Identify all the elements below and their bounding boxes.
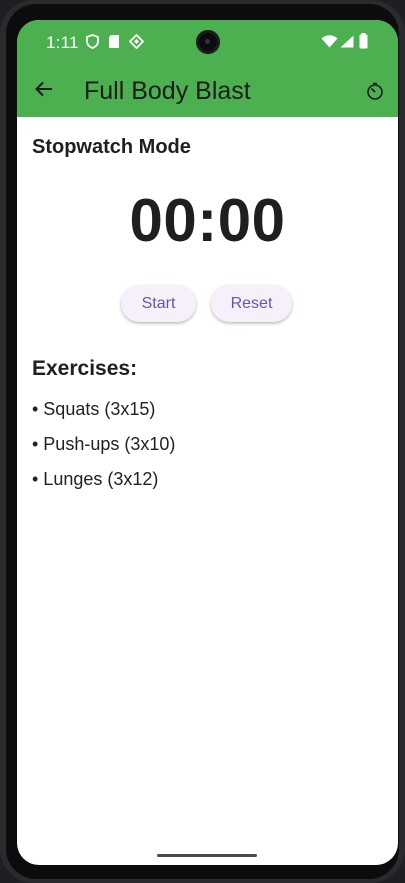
signal-icon — [340, 35, 354, 53]
sd-card-icon — [108, 34, 120, 54]
home-indicator[interactable] — [157, 854, 257, 857]
exercise-item: • Squats (3x15) — [32, 399, 156, 419]
exercise-item: • Push-ups (3x10) — [32, 434, 176, 454]
screen: 1:11 Full Body Blast Stopwatch Mode 00:0… — [17, 20, 398, 865]
exercise-item: • Lunges (3x12) — [32, 469, 159, 489]
stopwatch-display: 00:00 — [129, 187, 286, 254]
phone-bezel: 1:11 Full Body Blast Stopwatch Mode 00:0… — [6, 4, 399, 879]
mode-title: Stopwatch Mode — [32, 136, 191, 158]
reset-button[interactable]: Reset — [211, 285, 292, 322]
timer-button[interactable] — [362, 80, 388, 106]
phone-frame: 1:11 Full Body Blast Stopwatch Mode 00:0… — [0, 0, 405, 883]
exercises-heading: Exercises: — [32, 357, 138, 380]
exercise-list: • Squats (3x15) • Push-ups (3x10) • Lung… — [32, 398, 175, 503]
timer-icon — [366, 82, 384, 105]
arrow-left-icon — [35, 81, 53, 102]
back-button[interactable] — [29, 76, 59, 106]
front-camera — [196, 30, 220, 54]
battery-icon — [359, 33, 368, 54]
app-bar: Full Body Blast — [17, 64, 398, 117]
status-bar: 1:11 — [17, 20, 398, 64]
diamond-icon — [128, 33, 145, 54]
wifi-icon — [321, 35, 338, 53]
start-button[interactable]: Start — [121, 285, 196, 322]
status-time: 1:11 — [46, 33, 79, 52]
app-title: Full Body Blast — [84, 77, 251, 105]
shield-icon — [86, 34, 99, 54]
